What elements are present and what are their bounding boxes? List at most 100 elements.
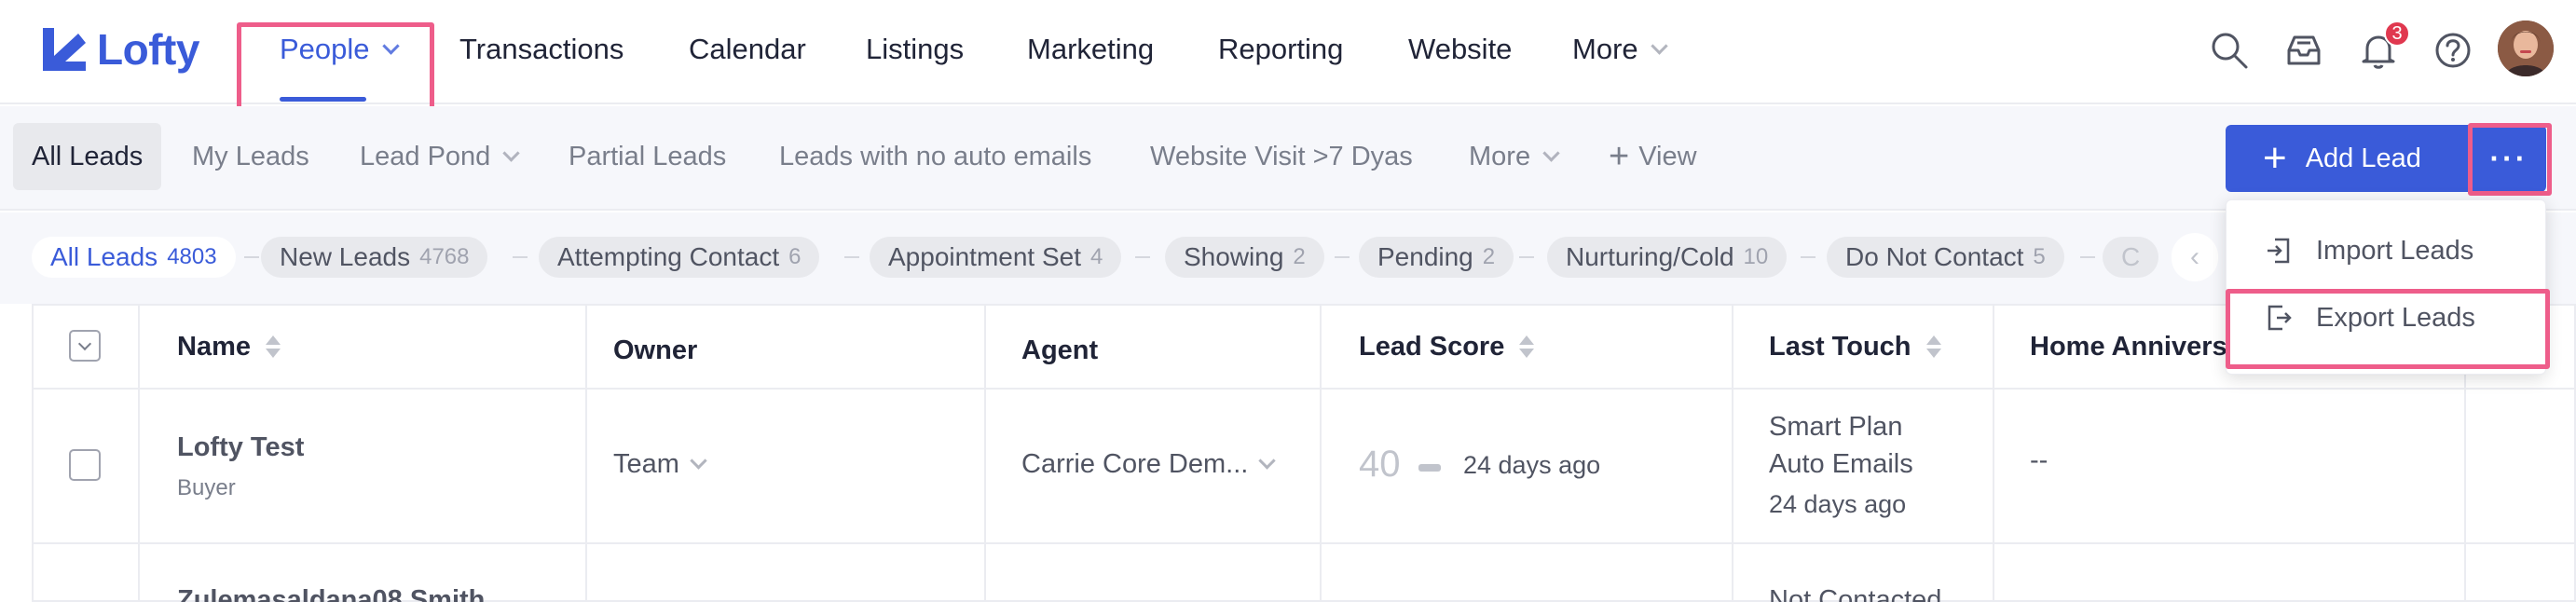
tab-partial-leads-label: Partial Leads — [569, 141, 727, 171]
column-header-home-anniversary[interactable]: Home Annivers — [2030, 306, 2227, 388]
column-header-label: Home Annivers — [2030, 331, 2227, 362]
sort-icon — [1519, 335, 1535, 358]
lead-name[interactable]: Lofty Test — [177, 432, 304, 463]
chip-separator — [513, 256, 528, 258]
owner-select[interactable]: Team — [613, 449, 707, 480]
inbox-button[interactable] — [2280, 26, 2328, 75]
column-divider — [1320, 306, 1322, 602]
sort-icon — [1925, 335, 1941, 358]
tab-no-auto-emails[interactable]: Leads with no auto emails — [760, 123, 1110, 190]
filter-new-leads[interactable]: New Leads 4768 — [261, 237, 488, 278]
export-leads-item[interactable]: Export Leads — [2227, 286, 2547, 349]
active-nav-indicator — [280, 97, 366, 102]
filter-count: 2 — [1482, 244, 1496, 269]
chevron-down-icon — [690, 452, 707, 470]
filter-count: 4768 — [419, 244, 470, 269]
filter-all-leads[interactable]: All Leads 4803 — [32, 237, 236, 278]
add-lead-button[interactable]: + Add Lead — [2226, 125, 2470, 192]
search-icon — [2212, 33, 2248, 69]
filter-count: 4803 — [167, 244, 217, 269]
chip-separator — [1135, 256, 1150, 258]
filter-showing[interactable]: Showing 2 — [1165, 237, 1324, 278]
last-touch-line1: Smart Plan — [1769, 412, 1903, 442]
filter-attempting-contact[interactable]: Attempting Contact 6 — [539, 237, 820, 278]
column-header-label: Last Touch — [1769, 331, 1911, 362]
select-all-checkbox[interactable] — [69, 330, 101, 362]
nav-marketing[interactable]: Marketing — [1027, 28, 1154, 71]
column-header-owner: Owner — [613, 309, 697, 391]
column-header-label: Agent — [1021, 335, 1099, 365]
nav-calendar[interactable]: Calendar — [689, 28, 806, 71]
chevron-down-icon — [381, 36, 400, 55]
filter-truncated[interactable]: C — [2103, 237, 2158, 278]
nav-listings[interactable]: Listings — [866, 28, 964, 71]
filter-pending[interactable]: Pending 2 — [1359, 237, 1514, 278]
add-view-button[interactable]: + View — [1590, 123, 1716, 190]
import-leads-item[interactable]: Import Leads — [2227, 219, 2547, 282]
tab-all-leads[interactable]: All Leads — [13, 123, 162, 190]
home-anniversary-value: -- — [2030, 445, 2048, 475]
column-header-lead-score[interactable]: Lead Score — [1359, 306, 1535, 388]
owner-value: Team — [613, 449, 679, 479]
tab-website-visit[interactable]: Website Visit >7 Dyas — [1131, 123, 1432, 190]
filter-nurturing-cold[interactable]: Nurturing/Cold 10 — [1547, 237, 1788, 278]
column-header-label: Lead Score — [1359, 331, 1505, 362]
inbox-icon — [2287, 35, 2321, 65]
add-lead-label: Add Lead — [2305, 143, 2421, 173]
top-navigation-bar: Lofty People Transactions Calendar Listi… — [0, 0, 2576, 119]
user-avatar[interactable] — [2498, 21, 2554, 76]
chevron-down-icon — [77, 336, 92, 350]
nav-people[interactable]: People — [280, 28, 400, 71]
filter-do-not-contact[interactable]: Do Not Contact 5 — [1827, 237, 2064, 278]
nav-more[interactable]: More — [1572, 28, 1668, 71]
filter-label: Showing — [1184, 242, 1284, 271]
lofty-logo-icon — [43, 28, 86, 71]
column-header-label: Owner — [613, 335, 698, 365]
row-checkbox[interactable] — [69, 449, 101, 481]
chevron-down-icon — [1542, 144, 1560, 162]
tab-my-leads[interactable]: My Leads — [173, 123, 328, 190]
filters-scroll-left-button[interactable]: ‹ — [2172, 233, 2218, 281]
agent-value: Carrie Core Dem... — [1021, 449, 1249, 479]
ellipsis-icon: ··· — [2489, 141, 2528, 175]
more-actions-button[interactable]: ··· — [2472, 125, 2546, 192]
tab-website-visit-label: Website Visit >7 Dyas — [1150, 141, 1413, 171]
search-button[interactable] — [2205, 26, 2254, 75]
nav-transactions[interactable]: Transactions — [459, 28, 623, 71]
last-touch-time: 24 days ago — [1769, 490, 1907, 518]
column-header-last-touch[interactable]: Last Touch — [1769, 306, 1941, 388]
notifications-button[interactable]: 3 — [2354, 21, 2410, 75]
tab-partial-leads[interactable]: Partial Leads — [550, 123, 745, 190]
tab-no-auto-emails-label: Leads with no auto emails — [779, 141, 1092, 171]
nav-transactions-label: Transactions — [459, 33, 624, 65]
filter-appointment-set[interactable]: Appointment Set 4 — [870, 237, 1122, 278]
tab-lead-pond[interactable]: Lead Pond — [341, 123, 536, 190]
nav-website[interactable]: Website — [1408, 28, 1512, 71]
chevron-down-icon — [1650, 36, 1668, 55]
filter-label: Nurturing/Cold — [1566, 242, 1734, 271]
filter-label: Appointment Set — [888, 242, 1082, 271]
chevron-left-icon: ‹ — [2190, 241, 2199, 272]
filter-label: C — [2121, 242, 2141, 271]
tab-more-label: More — [1469, 141, 1531, 171]
filter-label: Do Not Contact — [1845, 242, 2024, 271]
more-actions-menu: Import Leads Export Leads — [2226, 199, 2546, 375]
nav-calendar-label: Calendar — [689, 33, 806, 65]
lead-name[interactable]: Zulemasaldana08 Smith — [177, 585, 485, 602]
tab-my-leads-label: My Leads — [192, 141, 309, 171]
filter-label: New Leads — [280, 242, 411, 271]
filter-label: Pending — [1377, 242, 1473, 271]
plus-icon: + — [1609, 137, 1630, 176]
column-header-name[interactable]: Name — [177, 306, 281, 388]
lofty-logo[interactable]: Lofty — [37, 24, 199, 75]
filter-count: 10 — [1743, 244, 1769, 269]
column-divider — [1732, 306, 1733, 602]
nav-reporting[interactable]: Reporting — [1218, 28, 1343, 71]
tab-more[interactable]: More — [1450, 123, 1576, 190]
last-touch-line2: Auto Emails — [1769, 449, 1913, 479]
help-button[interactable] — [2429, 26, 2477, 75]
lead-score-value: 40 — [1359, 444, 1401, 485]
column-divider — [1993, 306, 1994, 602]
plus-icon: + — [2263, 135, 2287, 181]
agent-select[interactable]: Carrie Core Dem... — [1021, 449, 1277, 480]
